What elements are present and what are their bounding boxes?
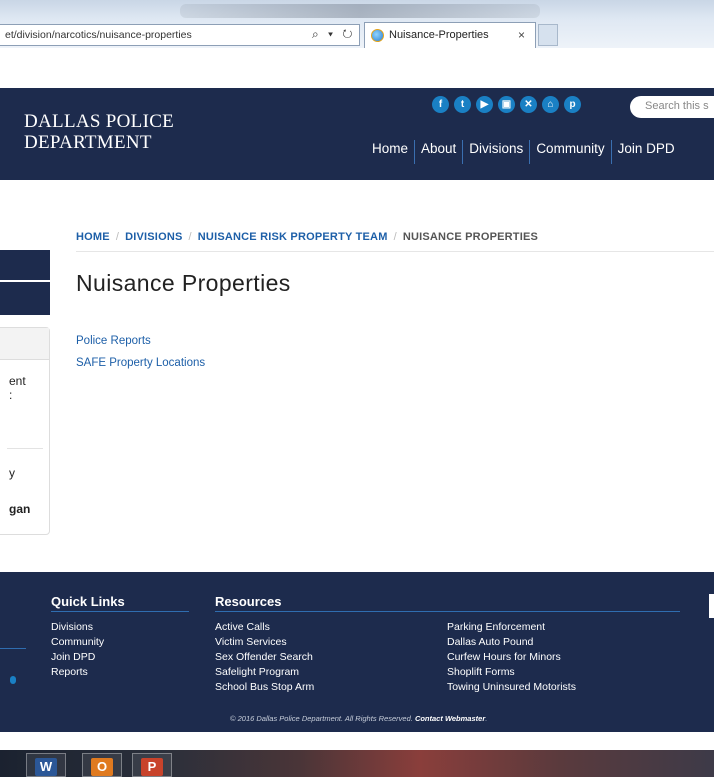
sidebar-text[interactable]: ent <box>9 374 26 388</box>
resources-link[interactable]: Parking Enforcement <box>447 620 576 635</box>
breadcrumb-separator: / <box>393 231 397 243</box>
resources-link[interactable]: Sex Offender Search <box>215 650 314 665</box>
nav-item-home[interactable]: Home <box>366 140 414 164</box>
resources-list-1: Active Calls Victim Services Sex Offender … <box>215 620 314 695</box>
nextdoor-icon[interactable]: ⌂ <box>542 96 559 113</box>
content-links: Police Reports SAFE Property Locations <box>76 330 205 374</box>
breadcrumb-separator: / <box>188 231 192 243</box>
sidebar-panel-header <box>0 328 49 360</box>
safe-property-locations-link[interactable]: SAFE Property Locations <box>76 352 205 374</box>
resources-link[interactable]: Active Calls <box>215 620 314 635</box>
copyright-text: © 2016 Dallas Police Department. All Rig… <box>230 714 413 723</box>
nav-item-join-dpd[interactable]: Join DPD <box>610 140 681 164</box>
pinterest-icon[interactable]: p <box>564 96 581 113</box>
sidebar-panel: ent : y gan <box>0 327 50 535</box>
resources-link[interactable]: Victim Services <box>215 635 314 650</box>
sidebar-divider <box>7 448 43 449</box>
copyright-period: . <box>485 714 488 723</box>
facebook-icon[interactable]: f <box>432 96 449 113</box>
sidebar-text[interactable]: : <box>9 388 12 402</box>
breadcrumb-divisions[interactable]: DIVISIONS <box>125 231 182 243</box>
browser-tab[interactable]: Nuisance-Properties × <box>364 22 536 48</box>
search-input[interactable]: Search this s <box>630 96 714 118</box>
quick-links-link[interactable]: Community <box>51 635 104 650</box>
browser-toolbar: et/division/narcotics/nuisance-propertie… <box>0 0 714 48</box>
sidebar-text[interactable]: gan <box>9 502 30 516</box>
address-bar[interactable]: et/division/narcotics/nuisance-propertie… <box>0 24 360 46</box>
sidebar-nav-item[interactable] <box>0 250 50 280</box>
footer-right-edge <box>709 594 714 618</box>
breadcrumb-nuisance-risk[interactable]: NUISANCE RISK PROPERTY TEAM <box>198 231 388 243</box>
resources-list-2: Parking Enforcement Dallas Auto Pound Curf… <box>447 620 576 695</box>
taskbar-button[interactable]: P <box>132 753 172 777</box>
quick-links-rule <box>51 611 189 612</box>
site-header: DALLAS POLICE DEPARTMENT f t ▶ ▣ ✕ ⌂ p Search … <box>0 88 714 180</box>
x-icon[interactable]: ✕ <box>520 96 537 113</box>
footer-left-icon <box>10 676 16 684</box>
taskbar-button[interactable]: W <box>26 753 66 777</box>
logo-line-2: DEPARTMENT <box>24 132 152 153</box>
quick-links-link[interactable]: Join DPD <box>51 650 104 665</box>
nav-item-divisions[interactable]: Divisions <box>462 140 529 164</box>
footer-left-rule <box>0 648 26 649</box>
word-icon: W <box>35 758 57 776</box>
outlook-icon: O <box>91 758 113 776</box>
main-nav: Home About Divisions Community Join DPD <box>366 140 681 164</box>
tab-title: Nuisance-Properties <box>389 29 489 41</box>
powerpoint-icon: P <box>141 758 163 776</box>
screen: et/division/narcotics/nuisance-propertie… <box>0 0 714 777</box>
resources-heading: Resources <box>215 594 282 609</box>
breadcrumb-home[interactable]: HOME <box>76 231 110 243</box>
new-tab-button[interactable] <box>538 24 558 46</box>
site-logo[interactable]: DALLAS POLICE DEPARTMENT <box>24 111 174 153</box>
resources-link[interactable]: Curfew Hours for Minors <box>447 650 576 665</box>
social-icons: f t ▶ ▣ ✕ ⌂ p <box>432 96 581 113</box>
breadcrumb-divider <box>76 251 714 252</box>
logo-line-1: DALLAS POLICE <box>24 111 175 132</box>
copyright: © 2016 Dallas Police Department. All Rig… <box>230 714 487 723</box>
close-tab-icon[interactable]: × <box>518 28 525 42</box>
nav-item-about[interactable]: About <box>414 140 462 164</box>
police-reports-link[interactable]: Police Reports <box>76 330 205 352</box>
resources-link[interactable]: Safelight Program <box>215 665 314 680</box>
resources-link[interactable]: Dallas Auto Pound <box>447 635 576 650</box>
twitter-icon[interactable]: t <box>454 96 471 113</box>
quick-links-list: Divisions Community Join DPD Reports <box>51 620 104 680</box>
breadcrumb-current: NUISANCE PROPERTIES <box>402 231 539 243</box>
contact-webmaster-link[interactable]: Contact Webmaster <box>415 714 485 723</box>
resources-link[interactable]: Shoplift Forms <box>447 665 576 680</box>
breadcrumb: HOME / DIVISIONS / NUISANCE RISK PROPERTY TE… <box>76 231 538 243</box>
address-bar-icons[interactable]: ⌕ ▾ ↻ <box>312 27 356 42</box>
taskbar-button[interactable]: O <box>82 753 122 777</box>
blurred-title-bar <box>180 4 540 18</box>
page-title: Nuisance Properties <box>76 270 291 296</box>
nav-item-community[interactable]: Community <box>529 140 610 164</box>
site-footer: Quick Links Divisions Community Join DPD Re… <box>0 572 714 732</box>
resources-link[interactable]: Towing Uninsured Motorists <box>447 680 576 695</box>
resources-link[interactable]: School Bus Stop Arm <box>215 680 314 695</box>
instagram-icon[interactable]: ▣ <box>498 96 515 113</box>
quick-links-link[interactable]: Reports <box>51 665 104 680</box>
breadcrumb-separator: / <box>115 231 120 243</box>
quick-links-link[interactable]: Divisions <box>51 620 104 635</box>
ie-icon <box>371 29 384 42</box>
quick-links-heading: Quick Links <box>51 594 125 609</box>
sidebar-text[interactable]: y <box>9 466 15 480</box>
resources-rule <box>215 611 680 612</box>
youtube-icon[interactable]: ▶ <box>476 96 493 113</box>
sidebar-nav-item[interactable] <box>0 282 50 315</box>
